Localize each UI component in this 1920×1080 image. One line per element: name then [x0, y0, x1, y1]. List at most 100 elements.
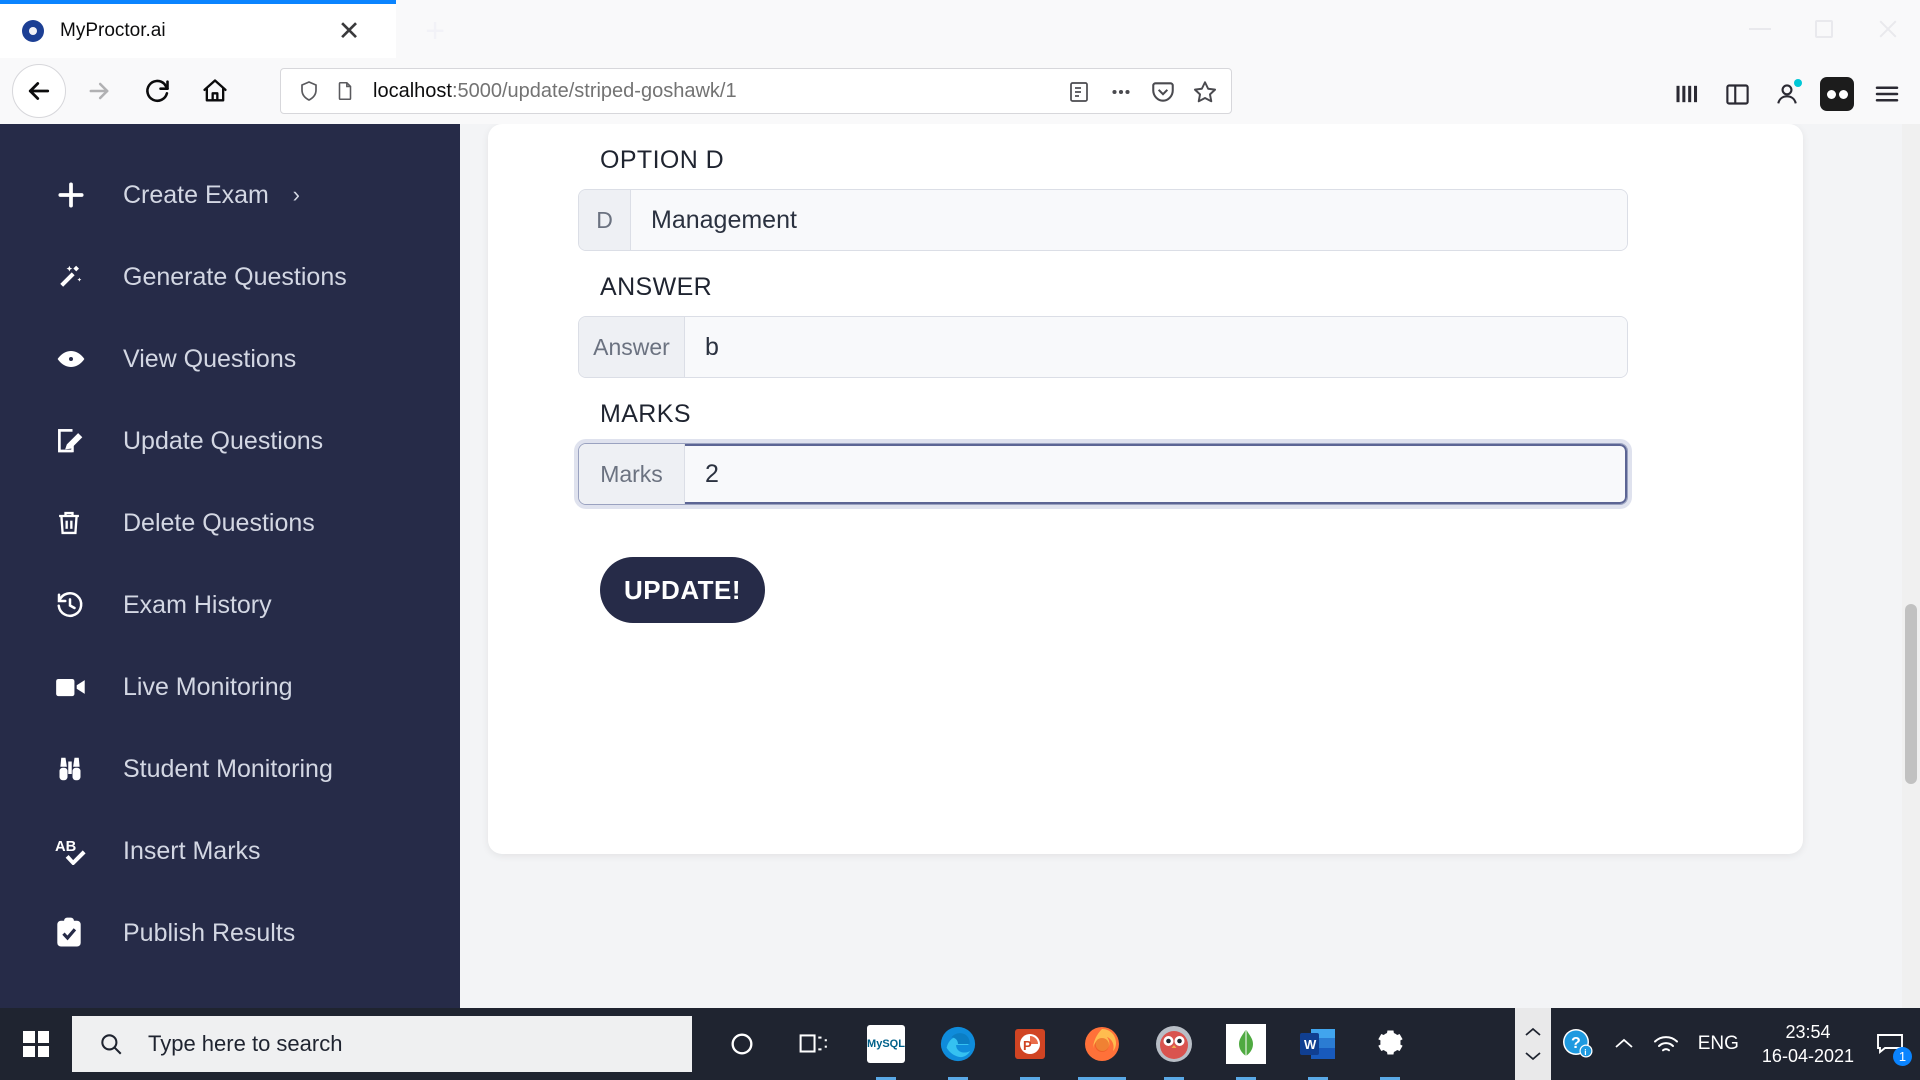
edit-square-icon [55, 426, 101, 456]
reload-button[interactable] [132, 66, 182, 116]
bookmark-star-icon[interactable] [1187, 74, 1223, 110]
option-d-label: OPTION D [600, 146, 725, 174]
powerpoint-icon[interactable]: P [994, 1008, 1066, 1080]
mysql-workbench-icon[interactable]: MySQL [850, 1008, 922, 1080]
address-bar-actions [1061, 69, 1223, 115]
sidebar-item-create-exam[interactable]: Create Exam › [0, 154, 460, 236]
option-d-input[interactable]: D Management [578, 189, 1628, 251]
option-d-value[interactable]: Management [631, 190, 1627, 250]
taskbar-clock[interactable]: 23:54 16-04-2021 [1748, 1020, 1868, 1069]
extension-icon[interactable] [1814, 71, 1860, 117]
ab-check-icon: AB [55, 837, 101, 865]
sidebar-toggle-icon[interactable] [1714, 71, 1760, 117]
cortana-icon[interactable] [706, 1008, 778, 1080]
marks-input[interactable]: Marks 2 [578, 443, 1628, 505]
clock-date: 16-04-2021 [1761, 1046, 1854, 1066]
url-path: :5000/update/striped-goshawk/1 [451, 79, 737, 102]
answer-value[interactable]: b [685, 317, 1627, 377]
shield-icon[interactable] [291, 73, 327, 109]
notifications-icon[interactable]: 1 [1868, 1008, 1920, 1080]
home-button[interactable] [190, 66, 240, 116]
forward-button[interactable] [74, 66, 124, 116]
binoculars-icon [55, 754, 101, 784]
minimize-button[interactable] [1728, 0, 1792, 58]
chevron-down-icon [1525, 1052, 1541, 1061]
option-d-prefix: D [579, 190, 631, 250]
sidebar-item-live-monitoring[interactable]: Live Monitoring [0, 646, 460, 728]
taskbar-search-input[interactable]: Type here to search [72, 1016, 692, 1072]
sidebar-item-delete-questions[interactable]: Delete Questions [0, 482, 460, 564]
video-camera-icon [55, 674, 101, 700]
svg-text:W: W [1304, 1037, 1317, 1052]
search-placeholder: Type here to search [148, 1031, 343, 1056]
browser-tab[interactable]: MyProctor.ai ✕ [0, 4, 396, 58]
library-icon[interactable] [1664, 71, 1710, 117]
account-status-dot [1794, 79, 1802, 87]
trash-icon [55, 508, 101, 538]
chevron-right-icon: › [292, 182, 300, 207]
word-icon[interactable]: W [1282, 1008, 1354, 1080]
pocket-save-icon[interactable] [1145, 74, 1181, 110]
close-window-button[interactable] [1856, 0, 1920, 58]
mongodb-icon[interactable] [1210, 1008, 1282, 1080]
sidebar-item-generate-questions[interactable]: Generate Questions [0, 236, 460, 318]
language-indicator[interactable]: ENG [1689, 1008, 1748, 1080]
clock-time: 23:54 [1785, 1021, 1831, 1042]
sidebar-item-publish-results[interactable]: Publish Results [0, 892, 460, 974]
browser-titlebar: MyProctor.ai ✕ + [0, 0, 1920, 58]
help-icon[interactable]: ? i [1551, 1008, 1605, 1080]
maximize-button[interactable] [1792, 0, 1856, 58]
marks-value[interactable]: 2 [685, 444, 1627, 504]
sidebar-item-exam-history[interactable]: Exam History [0, 564, 460, 646]
close-tab-icon[interactable]: ✕ [334, 16, 364, 46]
account-icon[interactable] [1764, 71, 1810, 117]
app-menu-icon[interactable] [1864, 71, 1910, 117]
main-content: OPTION D D Management ANSWER Answer b MA… [460, 124, 1920, 1008]
chevron-up-icon [1525, 1027, 1541, 1036]
update-button[interactable]: UPDATE! [600, 557, 765, 623]
sidebar-item-label: Exam History [123, 590, 272, 619]
sidebar-item-label: Insert Marks [123, 836, 261, 865]
answer-field-group: ANSWER Answer b [578, 251, 1803, 378]
page-document-icon [327, 73, 363, 109]
reader-view-icon[interactable] [1061, 74, 1097, 110]
new-tab-button[interactable]: + [400, 4, 470, 58]
magic-wand-icon [55, 262, 101, 292]
browser-toolbar-right [1664, 66, 1910, 122]
search-icon [101, 1034, 122, 1055]
answer-prefix: Answer [579, 317, 685, 377]
page-scrollbar-thumb[interactable] [1905, 604, 1917, 784]
tray-scroll-buttons[interactable] [1514, 1008, 1551, 1080]
page-scrollbar[interactable] [1902, 124, 1920, 1008]
sidebar-item-label: Create Exam [123, 180, 269, 209]
page-actions-icon[interactable] [1103, 74, 1139, 110]
marks-field-group: MARKS Marks 2 [578, 378, 1803, 505]
page-viewport: Create Exam › Generate Questions View Qu… [0, 124, 1920, 1008]
address-bar[interactable]: localhost:5000/update/striped-goshawk/1 [280, 68, 1232, 114]
back-button[interactable] [12, 64, 66, 118]
svg-text:P: P [1023, 1038, 1032, 1053]
taskbar-app-buttons: MySQL P W [706, 1008, 1426, 1080]
history-icon [55, 590, 101, 620]
start-button[interactable] [0, 1008, 72, 1080]
firefox-icon[interactable] [1066, 1008, 1138, 1080]
answer-input[interactable]: Answer b [578, 316, 1628, 378]
microsoft-edge-icon[interactable] [922, 1008, 994, 1080]
marks-label: MARKS [600, 400, 691, 428]
app-sidebar: Create Exam › Generate Questions View Qu… [0, 124, 460, 1008]
question-update-card: OPTION D D Management ANSWER Answer b MA… [488, 124, 1803, 854]
browser-chrome: MyProctor.ai ✕ + localhost:5000/update/s… [0, 0, 1920, 124]
sidebar-item-student-monitoring[interactable]: Student Monitoring [0, 728, 460, 810]
owl-app-icon[interactable] [1138, 1008, 1210, 1080]
eye-icon [55, 343, 101, 375]
url-text: localhost:5000/update/striped-goshawk/1 [373, 80, 737, 103]
svg-text:?: ? [1571, 1035, 1581, 1052]
settings-icon[interactable] [1354, 1008, 1426, 1080]
wifi-icon[interactable] [1643, 1008, 1689, 1080]
task-view-icon[interactable] [778, 1008, 850, 1080]
sidebar-item-insert-marks[interactable]: AB Insert Marks [0, 810, 460, 892]
show-hidden-icons-chevron[interactable] [1605, 1008, 1643, 1080]
sidebar-item-label: Generate Questions [123, 262, 347, 291]
sidebar-item-view-questions[interactable]: View Questions [0, 318, 460, 400]
sidebar-item-update-questions[interactable]: Update Questions [0, 400, 460, 482]
